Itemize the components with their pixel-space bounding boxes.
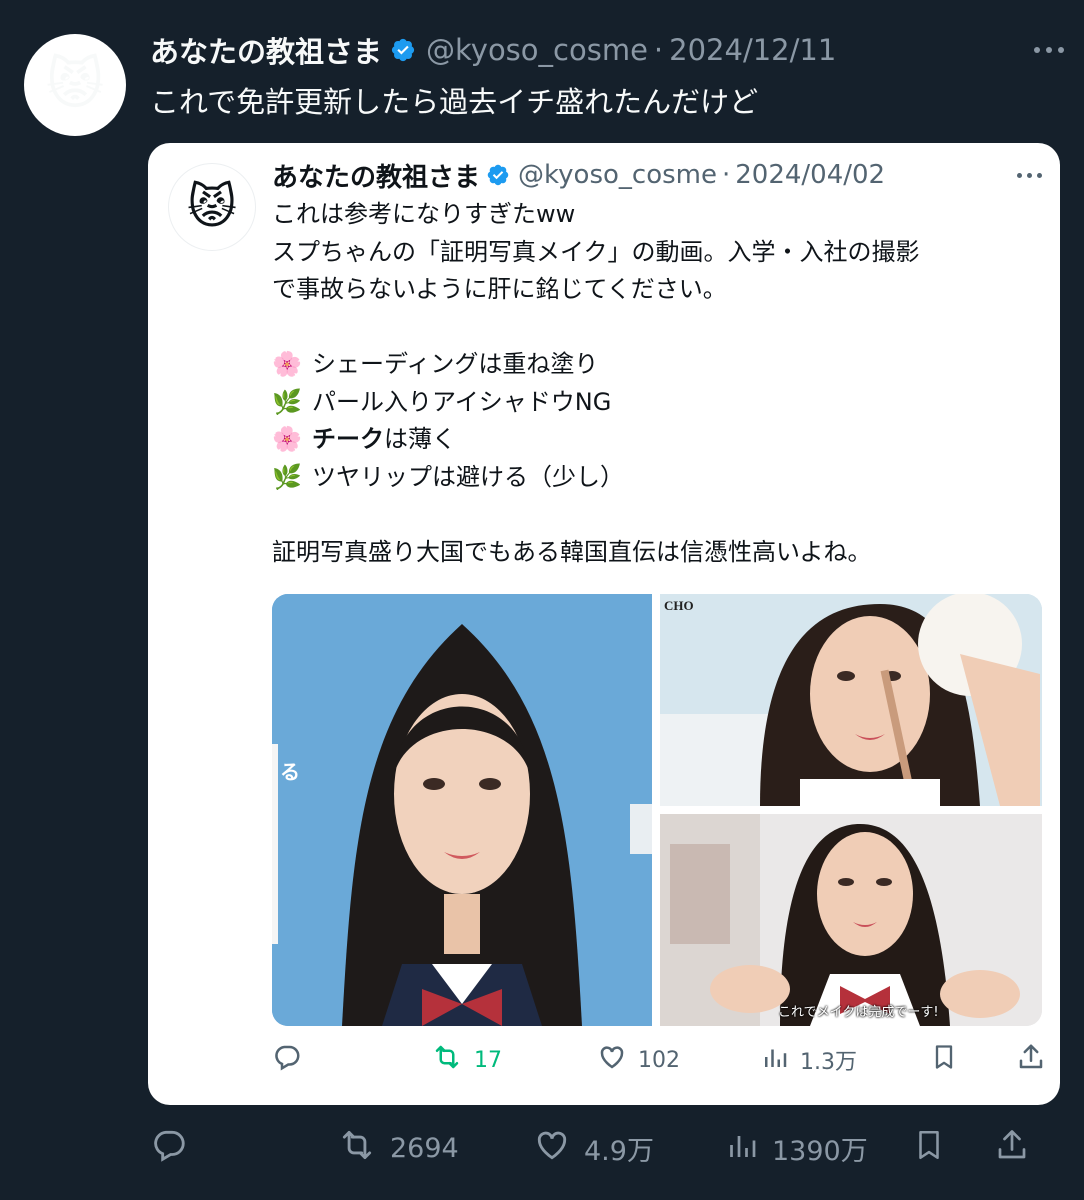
quoted-tweet-header: あなたの教祖さま @kyoso_cosme · 2024/04/02 <box>272 155 1042 195</box>
bullet-line: 🌿 パール入りアイシャドウNG <box>272 384 1042 422</box>
smiling-devil-emoji: 😾 <box>45 52 105 117</box>
quoted-tweet-date[interactable]: 2024/04/02 <box>735 160 885 190</box>
share-button[interactable] <box>1016 1042 1046 1078</box>
bullet-line: 🌸 シェーディングは重ね塗り <box>272 346 1042 384</box>
herb-emoji: 🌿 <box>272 387 302 416</box>
text-line: 証明写真盛り大国でもある韓国直伝は信憑性高いよね。 <box>272 537 872 566</box>
media-side-text: る <box>280 760 300 784</box>
more-options-icon[interactable] <box>1017 172 1042 178</box>
bookmark-icon <box>930 1041 958 1079</box>
media-divider <box>652 594 660 1026</box>
like-count: 102 <box>638 1047 680 1073</box>
bullet-line: 🌿 ツヤリップは避ける（少し） <box>272 459 1042 497</box>
share-icon <box>994 1126 1030 1171</box>
separator-dot: · <box>721 160 731 190</box>
share-icon <box>1016 1042 1046 1078</box>
quoted-author-handle[interactable]: @kyoso_cosme <box>518 160 717 190</box>
media-grid: る CHO これでメイクは完成でーす! <box>272 594 1042 1026</box>
quoted-action-bar: 17 102 1.3万 <box>272 1040 1052 1080</box>
author-handle[interactable]: @kyoso_cosme <box>426 33 648 67</box>
reply-icon <box>272 1042 302 1078</box>
quoted-tweet-text: これは参考になりすぎたww スプちゃんの「証明写真メイク」の動画。入学・入社の撮… <box>272 196 1042 571</box>
text-line: スプちゃんの「証明写真メイク」の動画。入学・入社の撮影 <box>272 237 920 266</box>
like-count: 4.9万 <box>584 1135 654 1167</box>
retweet-icon <box>336 1126 378 1171</box>
share-button[interactable] <box>994 1126 1030 1171</box>
tweet-action-bar: 2694 4.9万 1390万 <box>150 1125 1060 1171</box>
heart-icon <box>532 1126 572 1171</box>
retweet-button[interactable]: 17 <box>430 1042 596 1078</box>
bookmark-button[interactable] <box>930 1041 1016 1079</box>
views-count: 1.3万 <box>800 1050 857 1075</box>
heart-icon <box>596 1042 628 1078</box>
retweet-icon <box>430 1042 464 1078</box>
views-chart-icon <box>760 1042 790 1078</box>
quoted-tweet-card[interactable]: 😾 あなたの教祖さま @kyoso_cosme · 2024/04/02 これは… <box>148 143 1060 1105</box>
bullet-bold-text: チーク <box>312 425 384 453</box>
brand-label: CHO <box>664 598 694 613</box>
tweet-date[interactable]: 2024/12/11 <box>669 33 836 67</box>
retweet-button[interactable]: 2694 <box>336 1126 532 1171</box>
separator-dot: · <box>653 33 664 67</box>
cherry-blossom-emoji: 🌸 <box>272 425 302 453</box>
bullet-text: シェーディングは重ね塗り <box>312 350 599 378</box>
verified-badge-icon <box>390 37 416 63</box>
reply-button[interactable] <box>150 1126 336 1171</box>
verified-badge-icon <box>486 163 510 187</box>
like-button[interactable]: 102 <box>596 1042 760 1078</box>
reply-icon <box>150 1126 188 1171</box>
author-avatar[interactable]: 😾 <box>24 34 126 136</box>
tweet-header: あなたの教祖さま @kyoso_cosme · 2024/12/11 <box>150 28 1064 72</box>
text-line: これは参考になりすぎたww <box>272 200 576 228</box>
video-caption: これでメイクは完成でーす! <box>778 1005 939 1020</box>
text-line: で事故らないように肝に銘じてください。 <box>272 275 727 303</box>
views-chart-icon <box>724 1126 760 1171</box>
media-photo-main[interactable]: る <box>272 594 652 1026</box>
author-name[interactable]: あなたの教祖さま <box>150 29 382 71</box>
views-count: 1390万 <box>772 1135 868 1167</box>
retweet-count: 17 <box>474 1047 502 1073</box>
media-photo-bottom[interactable]: これでメイクは完成でーす! <box>660 814 1042 1026</box>
bookmark-button[interactable] <box>912 1125 994 1172</box>
retweet-count: 2694 <box>390 1132 459 1164</box>
like-button[interactable]: 4.9万 <box>532 1126 724 1171</box>
more-options-icon[interactable] <box>1034 47 1064 53</box>
quoted-author-name[interactable]: あなたの教祖さま <box>272 157 480 194</box>
herb-emoji: 🌿 <box>272 462 302 491</box>
quoted-author-avatar[interactable]: 😾 <box>168 163 256 251</box>
media-photo-top[interactable]: CHO <box>660 594 1042 806</box>
bullet-text: ツヤリップは避ける（少し） <box>312 462 624 491</box>
bullet-text: は薄く <box>384 425 456 453</box>
reply-button[interactable] <box>272 1042 430 1078</box>
views-button[interactable]: 1390万 <box>724 1126 912 1171</box>
bullet-text: パール入りアイシャドウNG <box>312 387 612 416</box>
media-divider <box>660 806 1042 814</box>
smiling-devil-emoji: 😾 <box>186 179 238 235</box>
bullet-line: 🌸 チークは薄く <box>272 421 1042 459</box>
bookmark-icon <box>912 1125 946 1172</box>
views-button[interactable]: 1.3万 <box>760 1042 930 1078</box>
tweet-text: これで免許更新したら過去イチ盛れたんだけど <box>150 85 759 119</box>
cherry-blossom-emoji: 🌸 <box>272 350 302 378</box>
